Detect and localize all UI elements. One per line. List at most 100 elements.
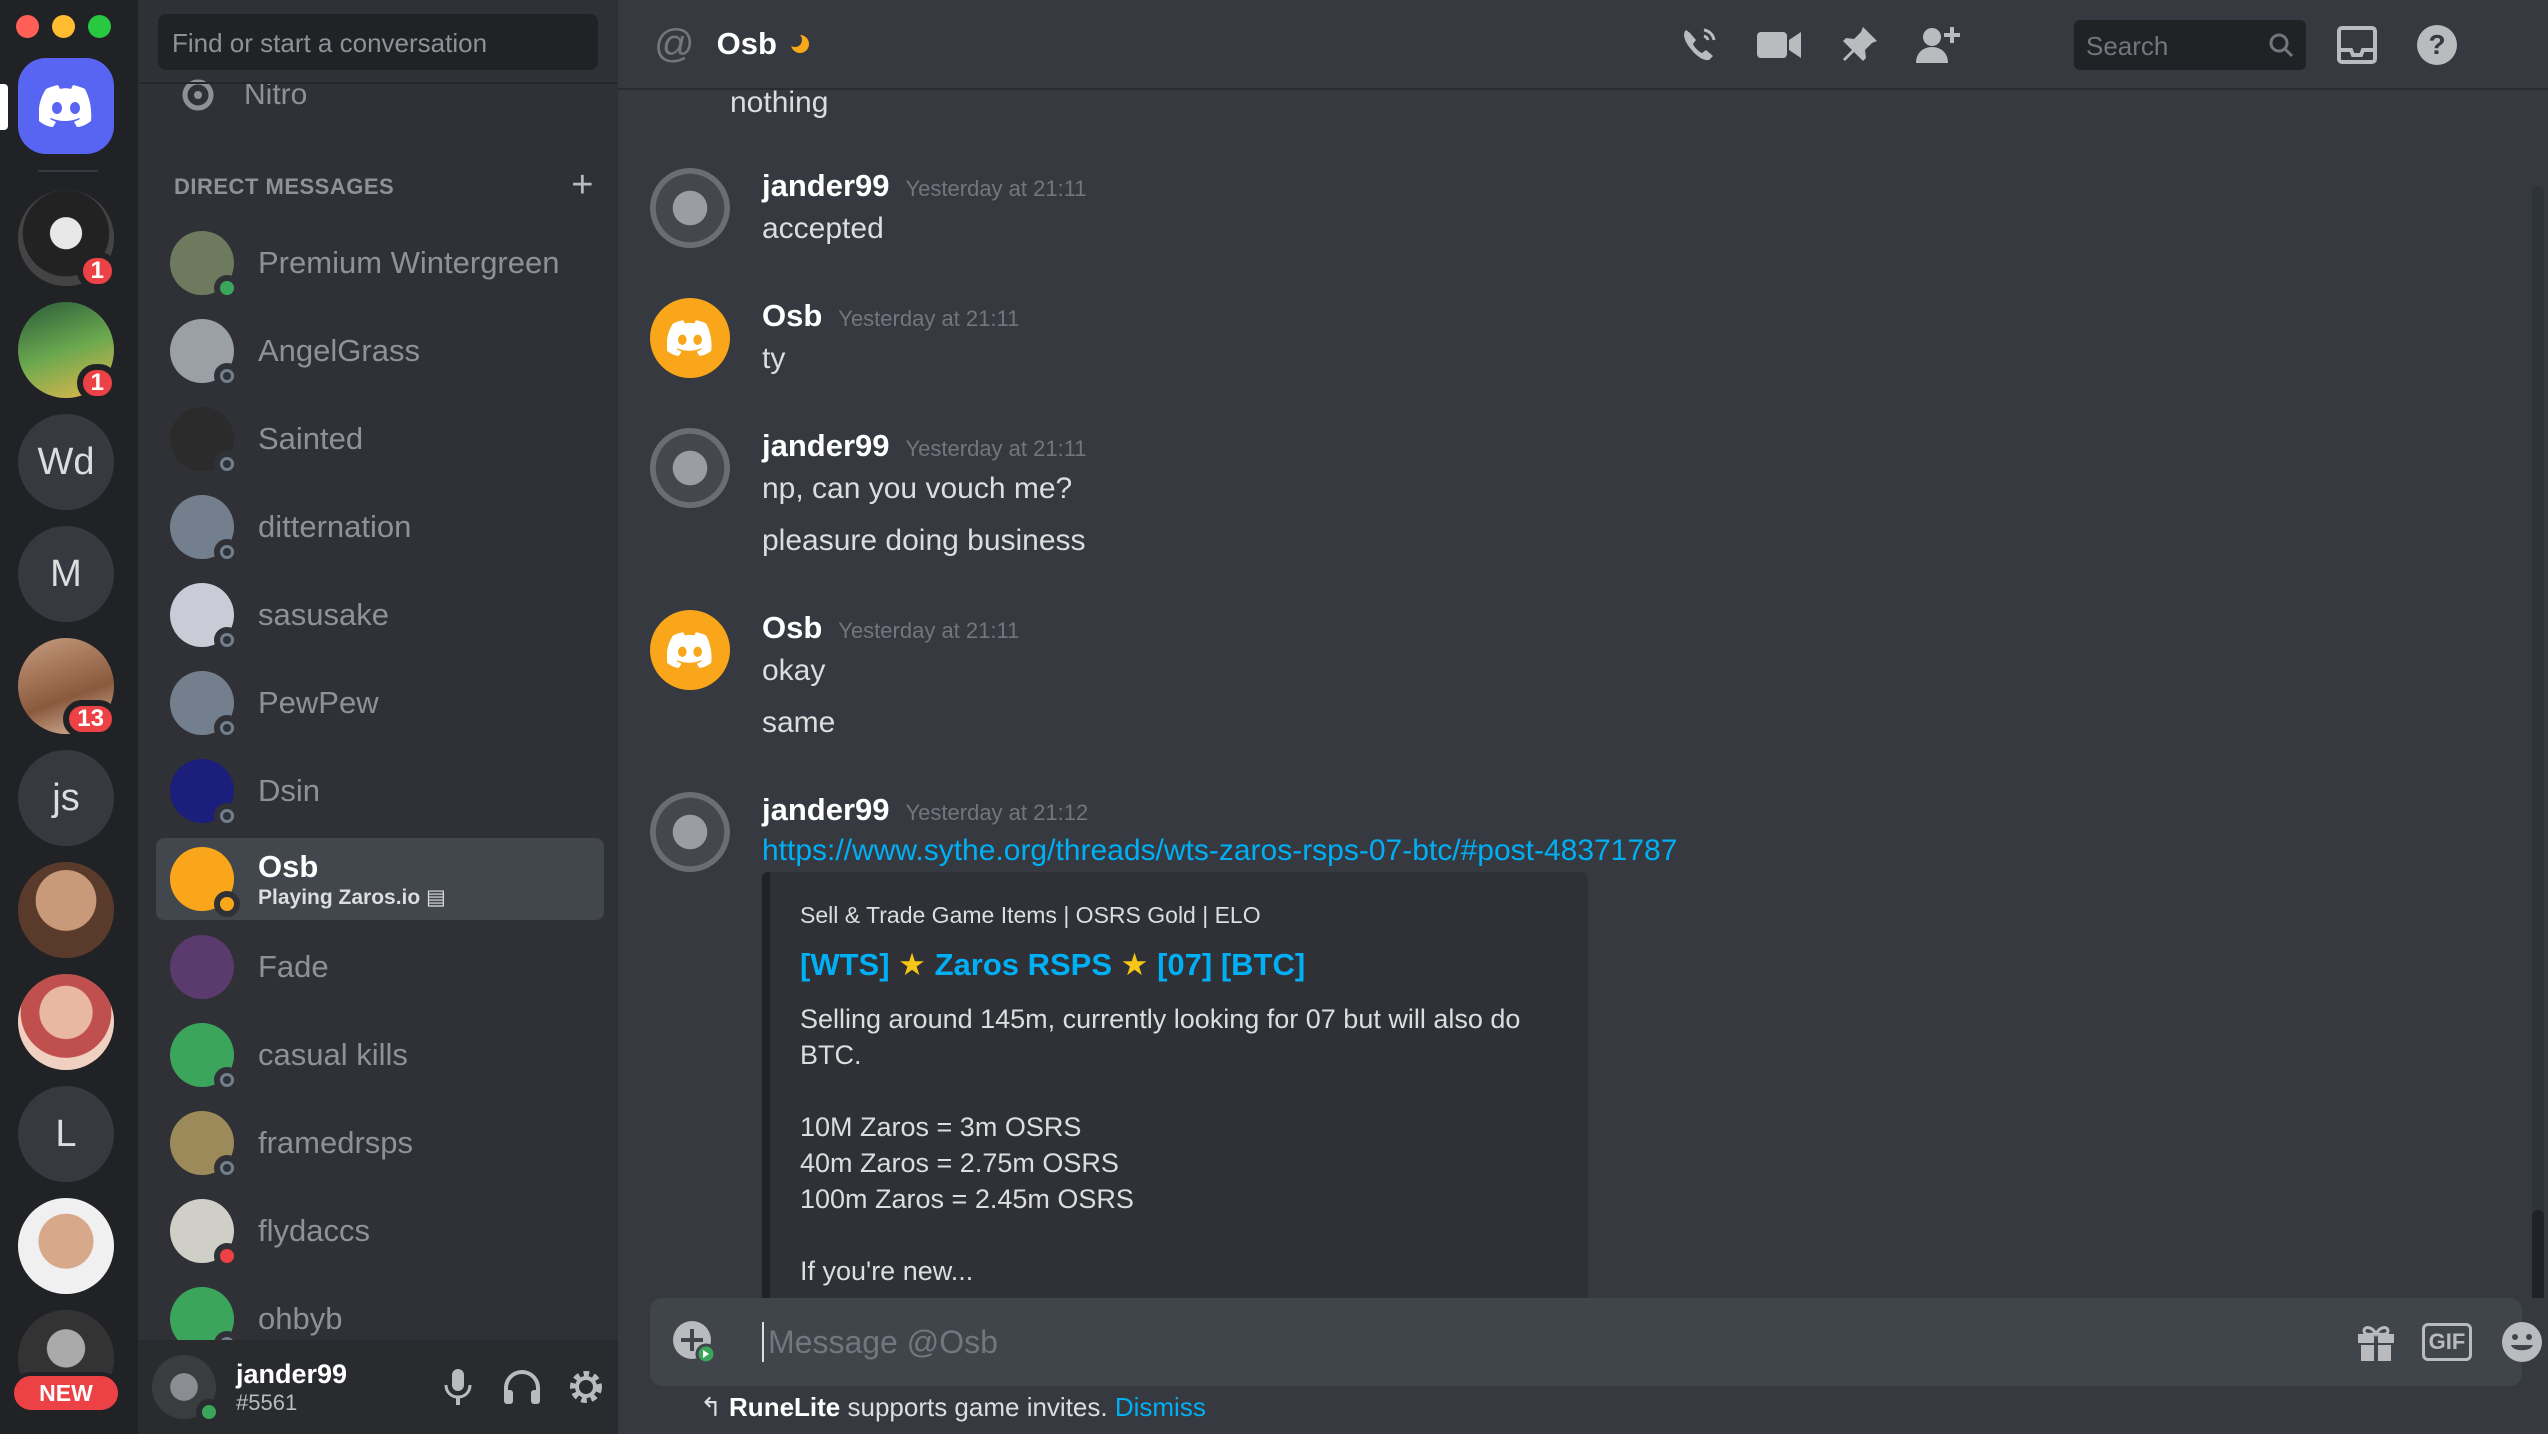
add-friends-to-dm-button[interactable] bbox=[1912, 18, 1966, 72]
star-icon: ★ bbox=[1120, 947, 1149, 982]
user-avatar[interactable] bbox=[152, 1355, 222, 1425]
message-link[interactable]: https://www.sythe.org/threads/wts-zaros-… bbox=[762, 834, 1677, 868]
status-offline-indicator bbox=[214, 451, 240, 477]
dm-item[interactable]: framedrsps bbox=[156, 1102, 604, 1184]
user-panel: jander99 #5561 bbox=[138, 1340, 618, 1434]
message-timestamp: Yesterday at 21:11 bbox=[905, 176, 1087, 201]
mention-badge: 1 bbox=[76, 364, 118, 402]
dm-names: Premium Wintergreen bbox=[258, 245, 559, 281]
dm-item[interactable]: Dsin bbox=[156, 750, 604, 832]
mention-badge: 1 bbox=[76, 252, 118, 290]
server-man[interactable] bbox=[18, 1198, 114, 1294]
server-girl[interactable] bbox=[18, 974, 114, 1070]
message-text: nothing bbox=[730, 90, 829, 119]
close-window-button[interactable] bbox=[16, 15, 39, 38]
author-avatar[interactable] bbox=[650, 168, 730, 248]
dm-names: framedrsps bbox=[258, 1125, 413, 1161]
message-group: jander99 Yesterday at 21:12 https://www.s… bbox=[650, 792, 1850, 1298]
upload-plus-icon[interactable] bbox=[672, 1320, 716, 1364]
message-author[interactable]: Osb bbox=[762, 298, 822, 333]
dm-item[interactable]: Premium Wintergreen bbox=[156, 222, 604, 304]
server-photo[interactable]: 13 bbox=[18, 638, 118, 738]
server-wd[interactable]: Wd bbox=[18, 414, 114, 510]
author-avatar[interactable] bbox=[650, 792, 730, 872]
dm-item[interactable]: sasusake bbox=[156, 574, 604, 656]
server-runefort[interactable]: 1 bbox=[18, 302, 118, 402]
gif-button[interactable]: GIF bbox=[2422, 1323, 2472, 1361]
mention-badge: 13 bbox=[63, 700, 118, 738]
rich-presence-icon: ▤ bbox=[420, 885, 446, 909]
channel-title: Osb bbox=[716, 26, 777, 61]
embed-desc-line: Selling around 145m, currently looking f… bbox=[800, 1004, 1521, 1070]
discord-logo-icon bbox=[667, 632, 712, 668]
dm-avatar bbox=[170, 1111, 240, 1181]
add-user-icon bbox=[1916, 27, 1960, 63]
message-author[interactable]: jander99 bbox=[762, 428, 890, 463]
dm-item[interactable]: AngelGrass bbox=[156, 310, 604, 392]
author-avatar[interactable] bbox=[650, 428, 730, 508]
start-voice-call-button[interactable] bbox=[1672, 18, 1726, 72]
scrollbar-track[interactable] bbox=[2532, 186, 2544, 1298]
user-info[interactable]: jander99 #5561 bbox=[236, 1359, 426, 1416]
server-girl-icon bbox=[18, 974, 114, 1070]
dm-name: AngelGrass bbox=[258, 333, 420, 368]
dm-avatar bbox=[170, 583, 240, 653]
dm-name: Sainted bbox=[258, 421, 364, 456]
dm-item[interactable]: casual kills bbox=[156, 1014, 604, 1096]
server-face[interactable] bbox=[18, 862, 114, 958]
scrollbar-thumb[interactable] bbox=[2532, 1210, 2544, 1298]
message-input[interactable] bbox=[766, 1316, 2166, 1368]
server-l[interactable]: L bbox=[18, 1086, 114, 1182]
headphones-icon bbox=[504, 1370, 540, 1404]
inbox-icon bbox=[2337, 26, 2377, 64]
author-avatar[interactable] bbox=[650, 298, 730, 378]
embed-desc-gap bbox=[800, 1073, 1558, 1109]
author-avatar[interactable] bbox=[650, 610, 730, 690]
dm-item[interactable]: Fade bbox=[156, 926, 604, 1008]
server-skull[interactable]: 1 bbox=[18, 190, 118, 290]
message-timestamp: Yesterday at 21:11 bbox=[838, 618, 1020, 643]
idle-moon-icon bbox=[788, 33, 809, 53]
pin-icon bbox=[1843, 27, 1877, 61]
help-icon: ? bbox=[2417, 25, 2457, 65]
dismiss-link[interactable]: Dismiss bbox=[1115, 1392, 1206, 1422]
dm-item[interactable]: flydaccs bbox=[156, 1190, 604, 1272]
user-settings-button[interactable] bbox=[554, 1355, 618, 1419]
header-search-placeholder: Search bbox=[2086, 31, 2169, 61]
minimize-window-button[interactable] bbox=[52, 15, 75, 38]
find-conversation-input[interactable]: Find or start a conversation bbox=[158, 14, 598, 70]
server-initials: js bbox=[52, 776, 80, 819]
help-button[interactable]: ? bbox=[2410, 18, 2464, 72]
start-video-call-button[interactable] bbox=[1752, 18, 1806, 72]
inbox-button[interactable] bbox=[2330, 18, 2384, 72]
message-timestamp: Yesterday at 21:11 bbox=[905, 436, 1087, 461]
embed-title-link[interactable]: [WTS] ★ Zaros RSPS ★ [07] [BTC] bbox=[800, 947, 1558, 983]
home-button[interactable] bbox=[18, 58, 114, 154]
dm-item[interactable]: PewPew bbox=[156, 662, 604, 744]
header-search-input[interactable]: Search bbox=[2074, 20, 2306, 70]
deafen-button[interactable] bbox=[490, 1355, 554, 1419]
dm-names: sasusake bbox=[258, 597, 389, 633]
message-list: nothing jander99 Yesterday at 21:11 accep… bbox=[618, 90, 2548, 1298]
message-text: accepted bbox=[762, 212, 884, 245]
message-author[interactable]: jander99 bbox=[762, 792, 890, 827]
dm-item[interactable]: ditternation bbox=[156, 486, 604, 568]
create-dm-plus-icon[interactable]: + bbox=[571, 166, 594, 204]
message-author[interactable]: jander99 bbox=[762, 168, 890, 203]
emoji-button[interactable] bbox=[2496, 1316, 2548, 1368]
message-author[interactable]: Osb bbox=[762, 610, 822, 645]
zoom-window-button[interactable] bbox=[88, 15, 111, 38]
dm-item[interactable]: Osb Playing Zaros.io ▤ bbox=[156, 838, 604, 920]
server-m[interactable]: M bbox=[18, 526, 114, 622]
server-js[interactable]: js bbox=[18, 750, 114, 846]
chat-header: @ Osb Search ? bbox=[618, 0, 2548, 90]
embed-desc-gap bbox=[800, 1217, 1558, 1253]
dm-avatar bbox=[170, 1199, 240, 1269]
dm-avatar bbox=[170, 671, 240, 741]
dm-names: Sainted bbox=[258, 421, 363, 457]
pinned-messages-button[interactable] bbox=[1832, 18, 1886, 72]
gift-button[interactable] bbox=[2350, 1316, 2402, 1368]
dm-item[interactable]: Sainted bbox=[156, 398, 604, 480]
nitro-link[interactable]: Nitro bbox=[178, 70, 307, 120]
mute-button[interactable] bbox=[426, 1355, 490, 1419]
